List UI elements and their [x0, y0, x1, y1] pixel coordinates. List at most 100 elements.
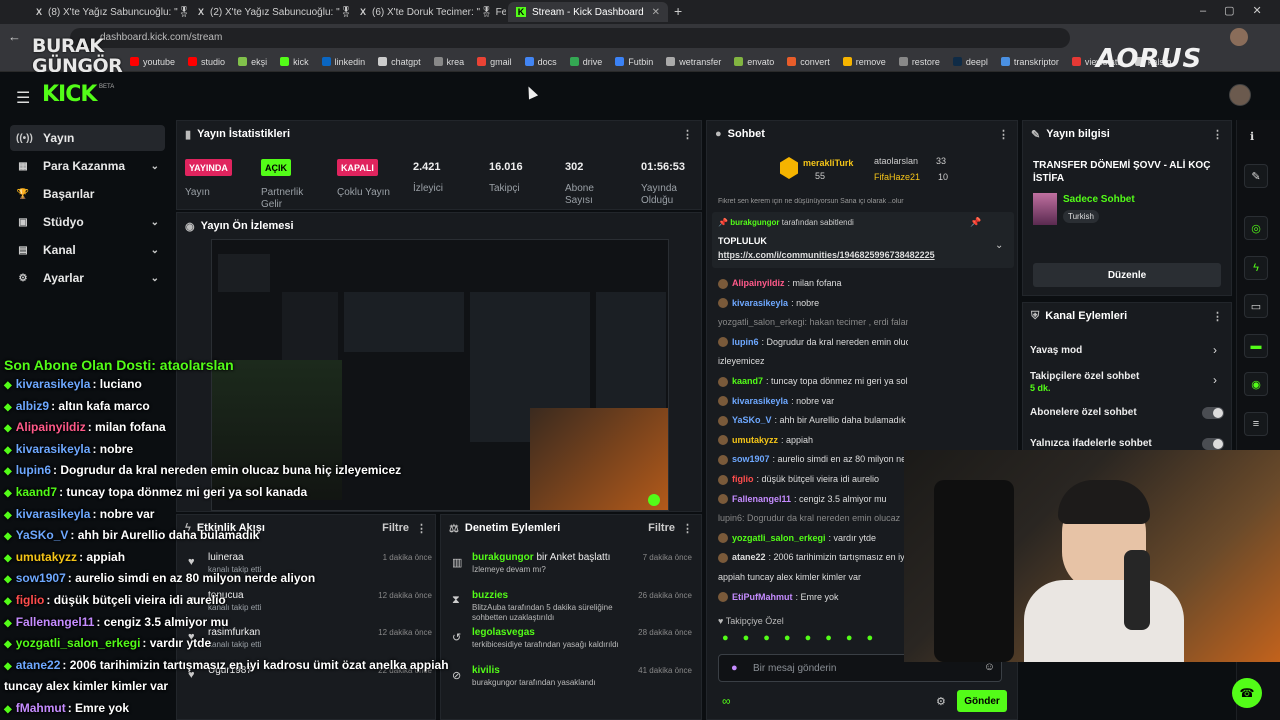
bookmark-item[interactable]: krea: [433, 57, 464, 67]
browser-tab-active[interactable]: K Stream - Kick Dashboard ✕: [508, 2, 668, 22]
menu-icon[interactable]: ☰: [16, 88, 30, 108]
browser-tab[interactable]: X(8) X'te Yağız Sabuncuoğlu: "🎖 F✕: [28, 2, 188, 22]
subs-only-toggle[interactable]: [1202, 407, 1224, 419]
filter-button[interactable]: Filtre: [382, 522, 409, 534]
kick-logo[interactable]: KICK: [42, 82, 97, 107]
chat-username[interactable]: sow1907: [732, 454, 770, 464]
sidebar-item-kanal[interactable]: ▤ Kanal ⌄: [10, 237, 165, 263]
bookmark-item[interactable]: ekşi: [238, 57, 267, 67]
list-icon[interactable]: ≡: [1244, 412, 1268, 436]
pin-toggle-icon[interactable]: 📌: [970, 217, 981, 228]
more-icon[interactable]: ⋮: [682, 128, 693, 141]
sidebar-item-para-kazanma[interactable]: ▦ Para Kazanma ⌄: [10, 153, 165, 179]
bookmark-item[interactable]: wetransfer: [666, 57, 721, 67]
chat-message[interactable]: appiah tuncay alex kimler kimler var: [718, 572, 908, 582]
message-icon[interactable]: ▬: [1244, 334, 1268, 358]
bookmark-item[interactable]: drive: [569, 57, 602, 67]
slow-mode-option[interactable]: Yavaş mod: [1030, 345, 1082, 356]
bookmark-item[interactable]: remove: [842, 57, 886, 67]
chat-message[interactable]: YaSKo_V: ahh bir Aurellio daha bulamadık: [718, 415, 908, 426]
more-icon[interactable]: ⋮: [682, 522, 693, 535]
bookmark-item[interactable]: deepl: [952, 57, 988, 67]
bookmark-item[interactable]: restore: [898, 57, 940, 67]
moderation-item[interactable]: ⊘ kivilis burakgungor tarafından yasaklan…: [448, 665, 698, 703]
back-icon[interactable]: ←: [8, 29, 21, 44]
chat-username[interactable]: YaSKo_V: [732, 415, 772, 425]
chat-message[interactable]: lupin6: Dogrudur da kral nereden emin ol…: [718, 513, 908, 523]
target-icon[interactable]: ◎: [1244, 216, 1268, 240]
chat-message[interactable]: kaand7: tuncay topa dönmez mi geri ya so…: [718, 376, 908, 387]
send-button[interactable]: Gönder: [957, 690, 1007, 712]
bookmark-item[interactable]: Futbin: [615, 57, 653, 67]
sidebar-item-basarilar[interactable]: 🏆 Başarılar: [10, 181, 165, 207]
moderation-item[interactable]: ⧗ buzzies BlitzAuba tarafından 5 dakika s…: [448, 590, 698, 628]
bookmark-item[interactable]: transkriptor: [1000, 57, 1059, 67]
chat-message[interactable]: atane22: 2006 tarihimizin tartışmasız en…: [718, 552, 908, 564]
bookmark-item[interactable]: chatgpt: [378, 57, 421, 67]
chat-message[interactable]: yozgatli_salon_erkegi: vardır ytde: [718, 533, 908, 544]
chat-username[interactable]: atane22: [732, 552, 766, 562]
mod-actor[interactable]: buzzies: [472, 590, 508, 601]
bookmark-item[interactable]: linkedin: [321, 57, 365, 67]
infinity-icon[interactable]: ∞: [722, 694, 731, 708]
edit-icon[interactable]: ✎: [1244, 164, 1268, 188]
chat-username[interactable]: kivarasikeyla: [732, 396, 788, 406]
bookmark-item[interactable]: studio: [188, 57, 225, 67]
mod-actor[interactable]: legolasvegas: [472, 627, 535, 638]
chat-username[interactable]: EtiPufMahmut: [732, 592, 793, 602]
bookmark-item[interactable]: envato: [734, 57, 774, 67]
filter-button[interactable]: Filtre: [648, 522, 675, 534]
chat-username[interactable]: lupin6: [732, 337, 759, 347]
browser-tab[interactable]: X(2) X'te Yağız Sabuncuoğlu: "🎖 C✕: [190, 2, 350, 22]
chat-message[interactable]: yozgatli_salon_erkegi: hakan tecimer , e…: [718, 317, 908, 327]
category-link[interactable]: Sadece Sohbet: [1063, 194, 1135, 205]
more-icon[interactable]: ⋮: [1212, 310, 1223, 323]
moderation-item[interactable]: ↺ legolasvegas terkibicesidiye tarafından…: [448, 627, 698, 665]
chat-message[interactable]: kivarasikeyla: nobre var: [718, 396, 908, 407]
chat-message[interactable]: lupin6: Dogrudur da kral nereden emin ol…: [718, 337, 908, 348]
more-icon[interactable]: ⋮: [998, 128, 1009, 141]
mod-actor[interactable]: burakgungor: [472, 552, 534, 563]
more-icon[interactable]: ⋮: [416, 522, 427, 535]
sidebar-item-yayin[interactable]: ((•)) Yayın: [10, 125, 165, 151]
moderation-item[interactable]: ▥ burakgungor bir Anket başlattı İzlemeye …: [448, 552, 698, 590]
document-icon[interactable]: ▭: [1244, 294, 1268, 318]
bookmark-item[interactable]: kick: [280, 57, 309, 67]
chat-message[interactable]: Fallenangel11: cengiz 3.5 almiyor mu: [718, 494, 908, 505]
chat-message[interactable]: kivarasikeyla: nobre: [718, 298, 908, 309]
broadcast-icon[interactable]: ◉: [1244, 372, 1268, 396]
chat-username[interactable]: Fallenangel11: [732, 494, 791, 504]
support-icon[interactable]: ☎: [1232, 678, 1262, 708]
chat-message[interactable]: izleyemicez: [718, 356, 908, 366]
mod-actor[interactable]: kivilis: [472, 665, 500, 676]
chevron-right-icon[interactable]: ›: [1213, 373, 1217, 387]
followers-only-option[interactable]: Takipçilere özel sohbet: [1030, 371, 1139, 382]
lightning-icon[interactable]: ϟ: [1244, 256, 1268, 280]
edit-button[interactable]: Düzenle: [1033, 263, 1221, 287]
chat-username[interactable]: yozgatli_salon_erkegi: [732, 533, 826, 543]
sidebar-item-studyo[interactable]: ▣ Stüdyo ⌄: [10, 209, 165, 235]
chat-message[interactable]: Alipainyildiz: milan fofana: [718, 278, 908, 289]
chat-message[interactable]: figlio: düşük bütçeli vieira idi aurelio: [718, 474, 908, 485]
bookmark-item[interactable]: convert: [787, 57, 830, 67]
emote-only-toggle[interactable]: [1202, 438, 1224, 450]
emote-bar[interactable]: ●●●●●●●●: [722, 632, 887, 644]
profile-avatar[interactable]: [1230, 28, 1248, 46]
sidebar-item-ayarlar[interactable]: ⚙ Ayarlar ⌄: [10, 265, 165, 291]
window-controls[interactable]: –▢✕: [1200, 4, 1280, 17]
close-icon[interactable]: ✕: [646, 7, 660, 18]
bookmark-item[interactable]: gmail: [477, 57, 512, 67]
chat-username[interactable]: umutakyzz: [732, 435, 778, 445]
user-avatar[interactable]: [1229, 84, 1251, 106]
chat-message[interactable]: umutakyzz: appiah: [718, 435, 908, 446]
chevron-right-icon[interactable]: ›: [1213, 343, 1217, 357]
url-field[interactable]: dashboard.kick.com/stream: [70, 28, 1070, 48]
chat-username[interactable]: kivarasikeyla: [732, 298, 788, 308]
gear-icon[interactable]: ⚙: [936, 695, 946, 708]
bookmark-item[interactable]: docs: [524, 57, 557, 67]
emoji-icon[interactable]: ☺: [984, 661, 995, 673]
browser-tab[interactable]: X(6) X'te Doruk Tecimer: "🎖 Fener✕: [352, 2, 506, 22]
chat-username[interactable]: kaand7: [732, 376, 763, 386]
chat-username[interactable]: Alipainyildiz: [732, 278, 785, 288]
chevron-down-icon[interactable]: ⌄: [995, 240, 1003, 251]
